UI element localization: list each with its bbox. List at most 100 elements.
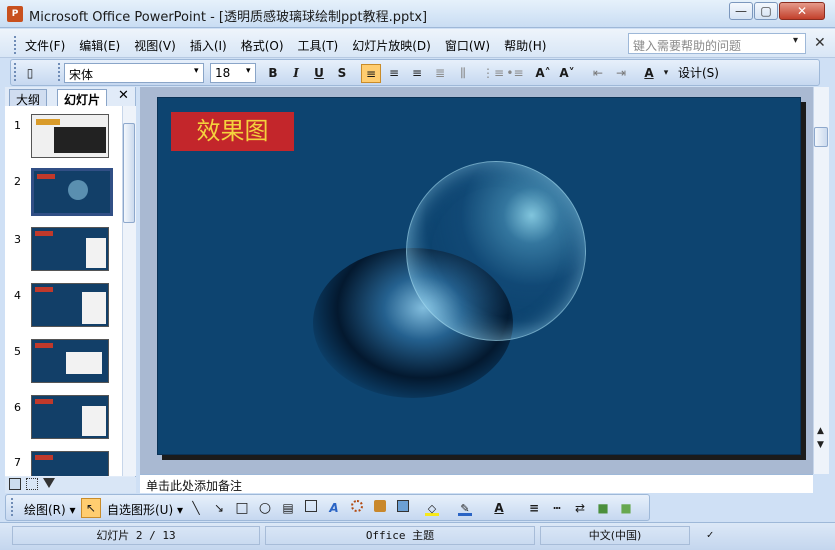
thumb-title-shape bbox=[35, 399, 53, 404]
scrollbar-thumb[interactable] bbox=[814, 127, 828, 147]
line-style-icon[interactable]: ≡ bbox=[524, 499, 544, 518]
chevron-down-icon[interactable]: ▾ bbox=[793, 35, 798, 46]
thumb-dialog-shape bbox=[86, 238, 106, 268]
3d-style-icon[interactable]: ■ bbox=[616, 499, 636, 518]
textbox-tool-icon[interactable]: ▤ bbox=[278, 499, 298, 518]
close-window-button[interactable]: ✕ bbox=[779, 2, 825, 20]
tab-slides[interactable]: 幻灯片 bbox=[57, 89, 108, 107]
menu-tools[interactable]: 工具(T) bbox=[291, 34, 346, 57]
maximize-button[interactable]: ▢ bbox=[754, 2, 778, 20]
slideshow-view-icon[interactable] bbox=[43, 478, 55, 488]
close-pane-button[interactable]: ✕ bbox=[118, 88, 129, 103]
thumb-title-shape bbox=[35, 343, 53, 348]
italic-button[interactable]: I bbox=[286, 64, 306, 83]
toolbar-grip-handle[interactable] bbox=[11, 498, 15, 516]
language-status: 中文(中国) bbox=[540, 526, 690, 545]
thumb-title-shape bbox=[35, 287, 53, 292]
autoshapes-menu-button[interactable]: 自选图形(U) ▾ bbox=[107, 501, 183, 518]
line-tool-icon[interactable]: ╲ bbox=[186, 499, 206, 518]
next-slide-icon[interactable]: ▼ bbox=[817, 440, 824, 450]
decrease-font-size-button[interactable]: A˅ bbox=[557, 64, 577, 83]
tab-outline[interactable]: 大纲 bbox=[9, 89, 48, 107]
select-pointer-icon[interactable]: ↖ bbox=[81, 498, 101, 518]
line-color-icon[interactable]: ✎ bbox=[455, 499, 475, 518]
thumb-dialog-shape bbox=[66, 352, 102, 374]
menu-slideshow[interactable]: 幻灯片放映(D) bbox=[345, 34, 438, 57]
menu-help[interactable]: 帮助(H) bbox=[497, 34, 553, 57]
vertical-textbox-icon[interactable] bbox=[301, 499, 321, 518]
picture-icon[interactable] bbox=[393, 499, 413, 518]
drawing-toolbar: 绘图(R) ▾ ↖ 自选图形(U) ▾ ╲ ↘ □ ○ ▤ A ◇ ✎ A ≡ … bbox=[5, 494, 650, 521]
slide-thumbnail-6[interactable] bbox=[31, 395, 109, 439]
wordart-icon[interactable]: A bbox=[324, 499, 344, 518]
menu-format[interactable]: 格式(O) bbox=[234, 34, 291, 57]
oval-tool-icon[interactable]: ○ bbox=[255, 499, 275, 518]
slide-thumbnail-1[interactable] bbox=[31, 114, 109, 158]
draw-menu-button[interactable]: 绘图(R) ▾ bbox=[24, 501, 76, 518]
help-search-input[interactable]: 键入需要帮助的问题 bbox=[628, 33, 806, 54]
scrollbar-thumb[interactable] bbox=[123, 123, 135, 223]
thumb-graphic bbox=[54, 127, 106, 153]
columns-button[interactable]: ⫼ bbox=[453, 64, 473, 83]
previous-slide-icon[interactable]: ▲ bbox=[817, 426, 824, 436]
slide-sorter-view-icon[interactable] bbox=[26, 478, 38, 490]
powerpoint-app-icon[interactable]: P bbox=[7, 6, 23, 22]
fill-color-glyph: ◇ bbox=[425, 503, 439, 516]
new-document-icon[interactable]: ▯ bbox=[20, 64, 40, 83]
chevron-down-icon[interactable]: ▾ bbox=[194, 66, 199, 76]
line-color-glyph: ✎ bbox=[458, 503, 472, 516]
menu-bar: 文件(F) 编辑(E) 视图(V) 插入(I) 格式(O) 工具(T) 幻灯片放… bbox=[0, 29, 835, 58]
normal-view-icon[interactable] bbox=[9, 478, 21, 490]
thumb-title-shape bbox=[37, 174, 55, 179]
current-slide[interactable]: 效果图 bbox=[157, 97, 801, 455]
slide-thumbnail-5[interactable] bbox=[31, 339, 109, 383]
fill-color-icon[interactable]: ◇ bbox=[422, 499, 442, 518]
shadow-style-icon[interactable]: ■ bbox=[593, 499, 613, 518]
align-center-button[interactable]: ≡ bbox=[384, 64, 404, 83]
slide-thumbnail-4[interactable] bbox=[31, 283, 109, 327]
decrease-indent-button[interactable]: ⇤ bbox=[588, 64, 608, 83]
glass-ball-shape[interactable] bbox=[406, 161, 586, 341]
design-button[interactable]: 设计(S) bbox=[678, 64, 719, 81]
draw-font-color-icon[interactable]: A bbox=[489, 499, 509, 518]
increase-indent-button[interactable]: ⇥ bbox=[611, 64, 631, 83]
slide-thumbnail-7[interactable] bbox=[31, 451, 109, 476]
menu-file[interactable]: 文件(F) bbox=[18, 34, 72, 57]
window-title: Microsoft Office PowerPoint - [透明质感玻璃球绘制… bbox=[29, 10, 428, 25]
menu-insert[interactable]: 插入(I) bbox=[183, 34, 234, 57]
menu-window[interactable]: 窗口(W) bbox=[438, 34, 497, 57]
thumb-dialog-shape bbox=[82, 292, 106, 324]
slide-title[interactable]: 效果图 bbox=[171, 112, 294, 151]
arrow-style-icon[interactable]: ⇄ bbox=[570, 499, 590, 518]
slide-thumbnail-2[interactable] bbox=[31, 168, 113, 216]
font-name-select[interactable]: 宋体 bbox=[64, 63, 204, 83]
diagram-icon[interactable] bbox=[347, 499, 367, 518]
bullets-button[interactable]: •≡ bbox=[505, 64, 525, 83]
numbering-button[interactable]: ⋮≡ bbox=[482, 64, 504, 83]
rectangle-tool-icon[interactable]: □ bbox=[232, 499, 252, 518]
justify-button[interactable]: ≣ bbox=[430, 64, 450, 83]
underline-button[interactable]: U bbox=[309, 64, 329, 83]
align-right-button[interactable]: ≡ bbox=[407, 64, 427, 83]
clipart-icon[interactable] bbox=[370, 499, 390, 518]
menu-edit[interactable]: 编辑(E) bbox=[72, 34, 127, 57]
slide-thumbnail-3[interactable] bbox=[31, 227, 109, 271]
toolbar-grip-handle[interactable] bbox=[14, 63, 18, 81]
spell-check-icon[interactable]: ✓ bbox=[696, 526, 724, 545]
toolbar-grip-handle[interactable] bbox=[58, 63, 62, 81]
bold-button[interactable]: B bbox=[263, 64, 283, 83]
dash-style-icon[interactable]: ┅ bbox=[547, 499, 567, 518]
chevron-down-icon[interactable]: ▾ bbox=[246, 66, 251, 76]
chevron-down-icon[interactable]: ▾ bbox=[656, 64, 676, 83]
menu-view[interactable]: 视图(V) bbox=[127, 34, 183, 57]
close-document-button[interactable]: ✕ bbox=[814, 35, 826, 51]
title-bar: P Microsoft Office PowerPoint - [透明质感玻璃球… bbox=[0, 0, 835, 28]
slide-number: 6 bbox=[14, 401, 21, 414]
arrow-tool-icon[interactable]: ↘ bbox=[209, 499, 229, 518]
formatting-toolbar: ▯ 宋体 ▾ 18 ▾ B I U S ≡ ≡ ≡ ≣ ⫼ ⋮≡ •≡ A˄ A… bbox=[10, 59, 820, 86]
increase-font-size-button[interactable]: A˄ bbox=[533, 64, 553, 83]
minimize-button[interactable]: — bbox=[729, 2, 753, 20]
text-shadow-button[interactable]: S bbox=[332, 64, 352, 83]
notes-pane[interactable]: 单击此处添加备注 bbox=[140, 474, 813, 493]
align-left-button[interactable]: ≡ bbox=[361, 64, 381, 83]
